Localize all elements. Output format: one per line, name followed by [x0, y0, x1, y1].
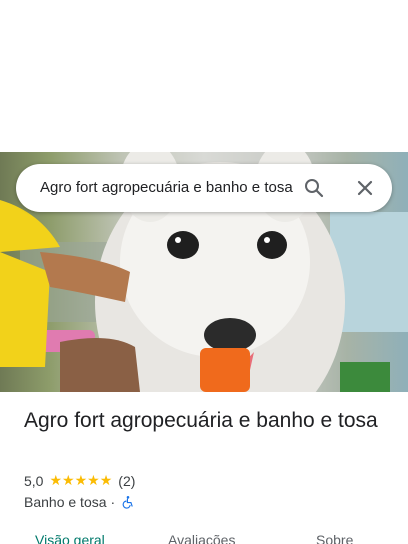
tab-overview[interactable]: Visão geral	[35, 532, 105, 544]
rating-row[interactable]: 5,0 ★ ★ ★ ★ ★ (2)	[24, 471, 135, 491]
place-tabs: Visão geral Avaliações Sobre	[0, 530, 408, 544]
separator: ·	[110, 494, 116, 510]
star-icon: ★	[49, 473, 63, 489]
rating-value: 5,0	[24, 473, 44, 489]
wheelchair-accessible-icon	[122, 496, 133, 509]
star-icon: ★	[99, 473, 113, 489]
search-input[interactable]: Agro fort agropecuária e banho e tosa	[40, 178, 302, 200]
place-title: Agro fort agropecuária e banho e tosa	[24, 409, 378, 432]
tab-about[interactable]: Sobre	[316, 532, 353, 544]
star-rating: ★ ★ ★ ★ ★	[49, 474, 112, 488]
close-icon[interactable]	[353, 176, 377, 200]
map-blank-area	[0, 0, 408, 152]
star-icon: ★	[74, 473, 88, 489]
search-icon[interactable]	[302, 176, 326, 200]
review-count[interactable]: (2)	[118, 473, 135, 489]
tab-reviews[interactable]: Avaliações	[168, 532, 235, 544]
star-icon: ★	[87, 473, 100, 489]
search-bar[interactable]: Agro fort agropecuária e banho e tosa	[16, 164, 392, 212]
place-category[interactable]: Banho e tosa	[24, 494, 107, 510]
category-row: Banho e tosa ·	[24, 492, 135, 512]
star-icon: ★	[62, 473, 75, 489]
